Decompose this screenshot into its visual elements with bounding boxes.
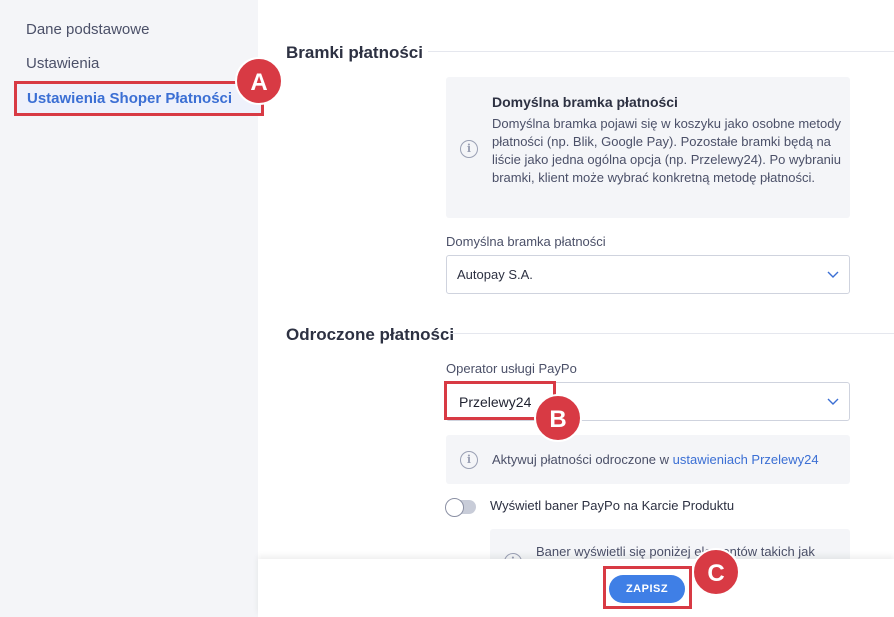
- annotation-badge-b: B: [534, 394, 582, 442]
- section-divider: [428, 51, 894, 52]
- paypo-operator-label: Operator usługi PayPo: [446, 361, 577, 376]
- default-gateway-select[interactable]: Autopay S.A.: [446, 255, 850, 294]
- deferred-info-box: i Aktywuj płatności odroczone w ustawien…: [446, 435, 850, 484]
- annotation-badge-a: A: [235, 57, 283, 105]
- footer-bar: ZAPISZ: [258, 559, 894, 617]
- deferred-info-prefix: Aktywuj płatności odroczone w: [492, 452, 673, 467]
- chevron-down-icon: [827, 398, 839, 405]
- main-content: Bramki płatności i Domyślna bramka płatn…: [258, 0, 894, 617]
- gateway-info-title: Domyślna bramka płatności: [492, 94, 678, 110]
- chevron-down-icon: [827, 271, 839, 278]
- deferred-info-text: Aktywuj płatności odroczone w ustawienia…: [492, 451, 842, 469]
- gateway-info-description: Domyślna bramka pojawi się w koszyku jak…: [492, 116, 842, 185]
- annotation-badge-c: C: [692, 548, 740, 596]
- section-divider: [448, 333, 894, 334]
- default-gateway-label: Domyślna bramka płatności: [446, 234, 606, 249]
- section-title-gateways: Bramki płatności: [286, 43, 423, 62]
- section-title-deferred: Odroczone płatności: [286, 325, 455, 344]
- sidebar-item-settings[interactable]: Ustawienia: [26, 55, 99, 72]
- paypo-banner-toggle[interactable]: [445, 498, 476, 517]
- info-icon: i: [460, 140, 478, 158]
- przelewy24-settings-link[interactable]: ustawieniach Przelewy24: [673, 452, 819, 467]
- default-gateway-value: Autopay S.A.: [457, 267, 533, 282]
- paypo-banner-toggle-label: Wyświetl baner PayPo na Karcie Produktu: [490, 498, 735, 513]
- sidebar: Dane podstawowe Ustawienia Ustawienia Sh…: [0, 0, 264, 617]
- save-button[interactable]: ZAPISZ: [609, 575, 685, 603]
- sidebar-item-shoper-payments-settings[interactable]: Ustawienia Shoper Płatności: [14, 81, 264, 116]
- gateway-info-box: i Domyślna bramka płatności Domyślna bra…: [446, 77, 850, 218]
- sidebar-item-basic-data[interactable]: Dane podstawowe: [26, 21, 149, 38]
- info-icon: i: [460, 451, 478, 469]
